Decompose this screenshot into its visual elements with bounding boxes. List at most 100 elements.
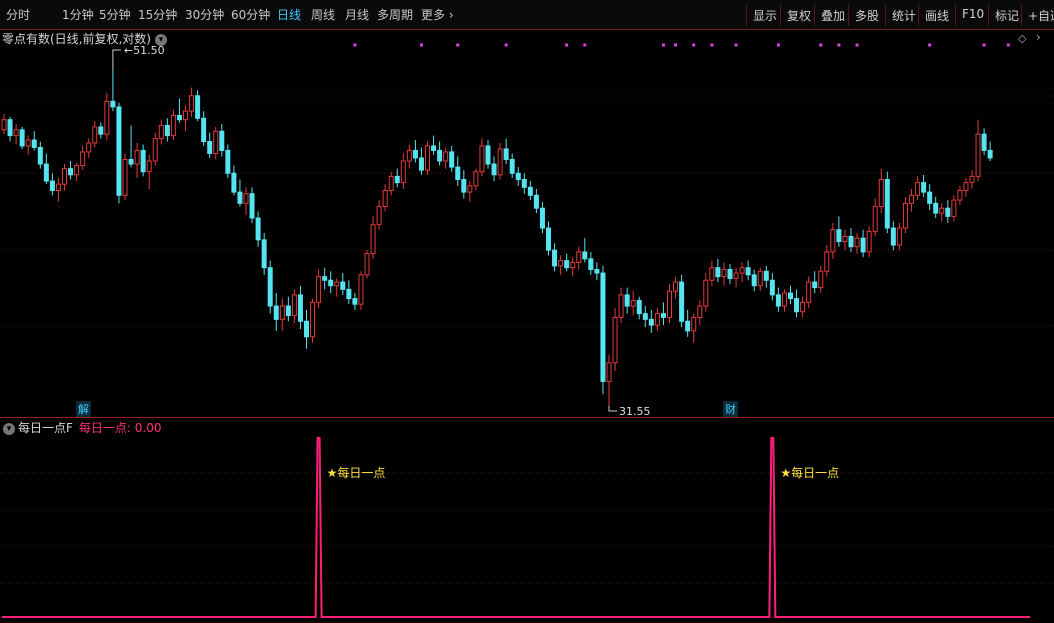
candle-down: [812, 281, 818, 289]
candle-up: [189, 95, 195, 112]
event-marker: [661, 43, 665, 47]
candle-up: [824, 251, 830, 272]
candle-up: [969, 175, 975, 184]
candle-down: [927, 191, 933, 204]
candle-down: [539, 207, 545, 229]
candlestick-chart[interactable]: ←51.50 31.55: [0, 30, 1054, 417]
candle-down: [594, 268, 600, 274]
candle-up: [902, 202, 908, 229]
candle-up: [673, 281, 679, 292]
drawing-button[interactable]: 画线: [918, 4, 955, 26]
candle-up: [830, 229, 836, 253]
period-tab-monthly[interactable]: 月线: [345, 6, 369, 23]
candle-up: [370, 224, 376, 255]
candle-up: [183, 110, 188, 121]
candle-down: [455, 166, 461, 180]
candle-up: [558, 260, 564, 267]
candle-up: [612, 316, 618, 364]
candle-up: [576, 251, 582, 263]
period-tab-multi[interactable]: 多周期: [377, 6, 413, 23]
candle-up: [939, 207, 945, 214]
candle-up: [62, 168, 67, 185]
candle-down: [503, 148, 509, 160]
event-marker: [982, 43, 986, 47]
candle-up: [703, 279, 709, 307]
candle-down: [164, 124, 170, 137]
candle-up: [709, 267, 715, 281]
candle-down: [600, 272, 606, 382]
event-marker: [837, 43, 841, 47]
candle-down: [515, 172, 521, 180]
candle-up: [957, 190, 963, 201]
period-tab-more[interactable]: 更多 ›: [421, 6, 454, 23]
candle-down: [418, 157, 424, 171]
candle-down: [981, 133, 987, 151]
candle-up: [310, 301, 316, 338]
candle-down: [552, 249, 558, 267]
candle-up: [1, 119, 7, 131]
candle-up: [975, 133, 981, 177]
candle-up: [733, 272, 739, 279]
candle-down: [110, 100, 116, 108]
candle-up: [473, 171, 479, 187]
candle-up: [316, 276, 322, 303]
candle-up: [654, 313, 660, 326]
high-price-label: ←51.50: [124, 44, 165, 57]
candle-down: [945, 207, 951, 217]
period-tab-5min[interactable]: 5分钟: [99, 6, 131, 23]
candle-up: [806, 281, 812, 303]
event-marker: [565, 43, 569, 47]
period-tab-fenshi[interactable]: 分时: [6, 6, 30, 23]
candle-up: [213, 130, 219, 154]
event-marker: [776, 43, 780, 47]
candle-down: [648, 318, 654, 326]
candle-down: [249, 193, 255, 219]
candle-down: [346, 288, 352, 300]
candle-down: [582, 251, 588, 260]
indicator-chart[interactable]: ★每日一点 ★每日一点: [0, 418, 1054, 623]
candle-down: [412, 149, 418, 159]
candle-up: [152, 138, 158, 162]
candle-up: [467, 185, 473, 193]
period-tab-weekly[interactable]: 周线: [311, 6, 335, 23]
candle-down: [546, 227, 551, 251]
candle-up: [400, 160, 406, 184]
candle-up: [479, 145, 485, 173]
candle-up: [630, 299, 636, 307]
financial-report-badge[interactable]: 财: [723, 401, 738, 417]
candle-down: [836, 229, 842, 243]
candle-up: [697, 305, 703, 318]
candle-down: [297, 294, 303, 322]
candle-down: [7, 119, 13, 137]
statistics-button[interactable]: 统计: [885, 4, 922, 26]
candle-down: [527, 186, 533, 196]
candle-down: [68, 168, 74, 176]
candle-up: [388, 175, 394, 192]
candle-down: [98, 126, 104, 135]
adjust-button[interactable]: 复权: [780, 4, 817, 26]
period-tab-30min[interactable]: 30分钟: [185, 6, 224, 23]
candle-down: [116, 106, 122, 196]
candle-down: [564, 260, 570, 269]
f10-button[interactable]: F10: [955, 4, 990, 26]
candle-up: [878, 178, 884, 208]
period-tab-15min[interactable]: 15分钟: [138, 6, 177, 23]
period-tab-60min[interactable]: 60分钟: [231, 6, 270, 23]
candle-down: [207, 141, 213, 154]
period-tab-1min[interactable]: 1分钟: [62, 6, 94, 23]
candle-down: [660, 313, 666, 318]
period-tab-daily[interactable]: 日线: [277, 6, 301, 23]
candle-down: [685, 320, 691, 332]
candle-up: [963, 182, 969, 192]
candle-down: [322, 276, 328, 281]
overlay-button[interactable]: 叠加: [814, 4, 851, 26]
display-button[interactable]: 显示: [746, 4, 783, 26]
indicator-line: [2, 437, 1030, 618]
unlock-badge[interactable]: 解: [76, 401, 91, 417]
multi-stock-button[interactable]: 多股: [848, 4, 885, 26]
mark-button[interactable]: 标记: [988, 4, 1025, 26]
event-marker: [456, 43, 460, 47]
candle-up: [92, 126, 98, 144]
candle-down: [219, 130, 225, 151]
add-watchlist-button[interactable]: +自选: [1021, 4, 1054, 26]
